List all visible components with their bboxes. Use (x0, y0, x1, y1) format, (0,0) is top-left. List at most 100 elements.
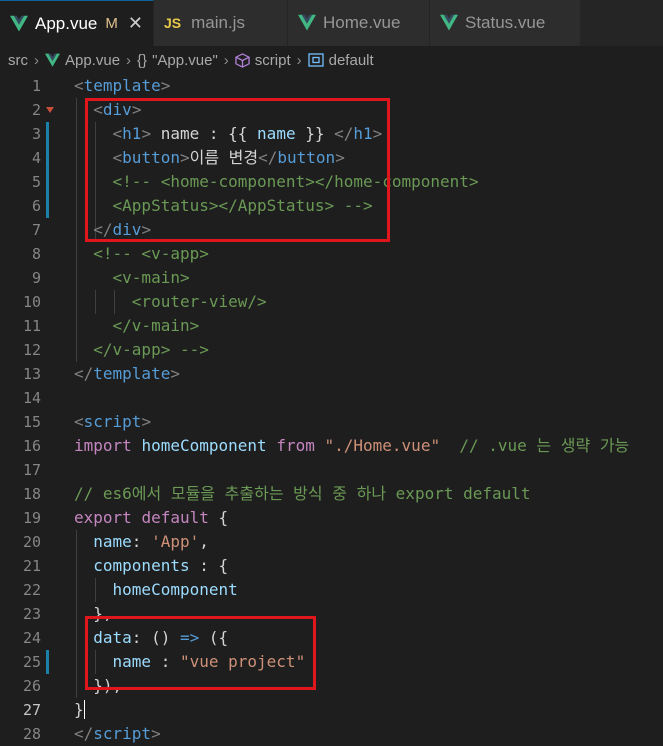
breadcrumb-folder[interactable]: src (8, 52, 28, 69)
code-line[interactable]: 11 </v-main> (0, 314, 663, 338)
line-number: 25 (22, 653, 41, 671)
code-token: }, (74, 604, 113, 623)
vue-logo-icon (45, 53, 60, 67)
code-token: > (335, 148, 345, 167)
close-icon[interactable]: ✕ (128, 13, 143, 34)
code-text: components : { (74, 554, 228, 578)
vue-logo-icon (439, 14, 458, 31)
breadcrumb-section[interactable]: script (255, 52, 291, 69)
code-line[interactable]: 14 (0, 386, 663, 410)
code-token: <AppStatus></AppStatus> --> (112, 196, 373, 215)
tab-status-vue[interactable]: Status.vue (429, 0, 581, 46)
code-line[interactable]: 26 }), (0, 674, 663, 698)
code-line[interactable]: 21 components : { (0, 554, 663, 578)
code-text: <h1> name : {{ name }} </h1> (74, 122, 383, 146)
code-token: default (141, 508, 209, 527)
code-token: import (74, 436, 132, 455)
code-token: < (112, 148, 123, 167)
code-text: data: () => ({ (74, 626, 228, 650)
code-line[interactable]: 15 <script> (0, 410, 663, 434)
line-number: 5 (31, 173, 41, 191)
code-line[interactable]: 19 export default { (0, 506, 663, 530)
code-line[interactable]: 23 }, (0, 602, 663, 626)
code-token: > (141, 124, 152, 143)
code-line[interactable]: 7 </div> (0, 218, 663, 242)
code-text: homeComponent (74, 578, 238, 602)
code-token: < (112, 124, 123, 143)
code-token: data (93, 628, 132, 647)
code-token: name (93, 532, 132, 551)
line-number: 6 (31, 197, 41, 215)
vue-logo-icon (10, 15, 28, 31)
code-token: name (112, 652, 152, 671)
code-line[interactable]: 27} (0, 698, 663, 722)
code-text: <!-- <home-component></home-component> (74, 170, 479, 194)
code-line[interactable]: 12 </v-app> --> (0, 338, 663, 362)
code-text: </div> (74, 218, 151, 242)
code-token: div (102, 100, 132, 119)
code-line[interactable]: 9 <v-main> (0, 266, 663, 290)
code-line[interactable]: 13 </template> (0, 362, 663, 386)
code-token: <!-- <v-app> (93, 244, 209, 263)
line-number: 12 (22, 341, 41, 359)
code-token: > (151, 724, 161, 743)
code-line[interactable]: 5 <!-- <home-component></home-component> (0, 170, 663, 194)
code-text: } (74, 698, 85, 722)
code-token: , (199, 532, 209, 551)
code-line[interactable]: 24 data: () => ({ (0, 626, 663, 650)
tab-label: Status.vue (464, 13, 546, 32)
code-line[interactable]: 25 name : "vue project" (0, 650, 663, 674)
code-line[interactable]: 28 </script> (0, 722, 663, 746)
code-line[interactable]: 8 <!-- <v-app> (0, 242, 663, 266)
tab-bar: App.vue M ✕ JS main.js Home.vue Status.v… (0, 0, 663, 46)
code-line[interactable]: 22 homeComponent (0, 578, 663, 602)
line-number: 2 (31, 101, 41, 119)
code-token: template (93, 364, 171, 383)
line-number: 10 (22, 293, 41, 311)
code-token: ({ (199, 628, 229, 647)
code-token: : (131, 532, 152, 551)
code-text: <v-main> (74, 266, 190, 290)
text-cursor (83, 700, 85, 719)
code-token: export (74, 508, 132, 527)
tab-label: Home.vue (322, 13, 401, 32)
code-text: import homeComponent from "./Home.vue" /… (74, 434, 629, 458)
tab-main-js[interactable]: JS main.js (153, 0, 288, 46)
code-token: h1 (122, 124, 142, 143)
cube-icon (235, 52, 250, 68)
code-token: </ (74, 364, 94, 383)
code-line[interactable]: 3 <h1> name : {{ name }} </h1> (0, 122, 663, 146)
code-line[interactable]: 4 <button>이름 변경</button> (0, 146, 663, 170)
code-line[interactable]: 6 <AppStatus></AppStatus> --> (0, 194, 663, 218)
line-number: 11 (22, 317, 41, 335)
code-line[interactable]: 16 import homeComponent from "./Home.vue"… (0, 434, 663, 458)
code-token: </ (93, 220, 113, 239)
tab-home-vue[interactable]: Home.vue (287, 0, 430, 46)
breadcrumb-symbol[interactable]: default (329, 52, 374, 69)
code-token: </v-app> --> (93, 340, 209, 359)
code-token: > (179, 148, 190, 167)
code-line[interactable]: 17 (0, 458, 663, 482)
breadcrumb-file[interactable]: App.vue (65, 52, 120, 69)
line-number: 3 (31, 125, 41, 143)
code-line[interactable]: 1 <template> (0, 74, 663, 98)
code-editor[interactable]: 1 <template> 2 <div> 3 <h1> name : {{ name … (0, 74, 663, 743)
code-text: <button>이름 변경</button> (74, 146, 345, 170)
code-token: template (83, 76, 161, 95)
code-line[interactable]: 18 // es6에서 모듈을 추출하는 방식 중 하나 export defau… (0, 482, 663, 506)
breadcrumb-module[interactable]: "App.vue" (152, 52, 218, 69)
code-line[interactable]: 20 name: 'App', (0, 530, 663, 554)
code-token: > (170, 364, 180, 383)
code-line[interactable]: 10 <router-view/> (0, 290, 663, 314)
tab-app-vue[interactable]: App.vue M ✕ (0, 0, 154, 46)
code-line[interactable]: 2 <div> (0, 98, 663, 122)
code-token: h1 (353, 124, 373, 143)
line-number: 8 (31, 245, 41, 263)
